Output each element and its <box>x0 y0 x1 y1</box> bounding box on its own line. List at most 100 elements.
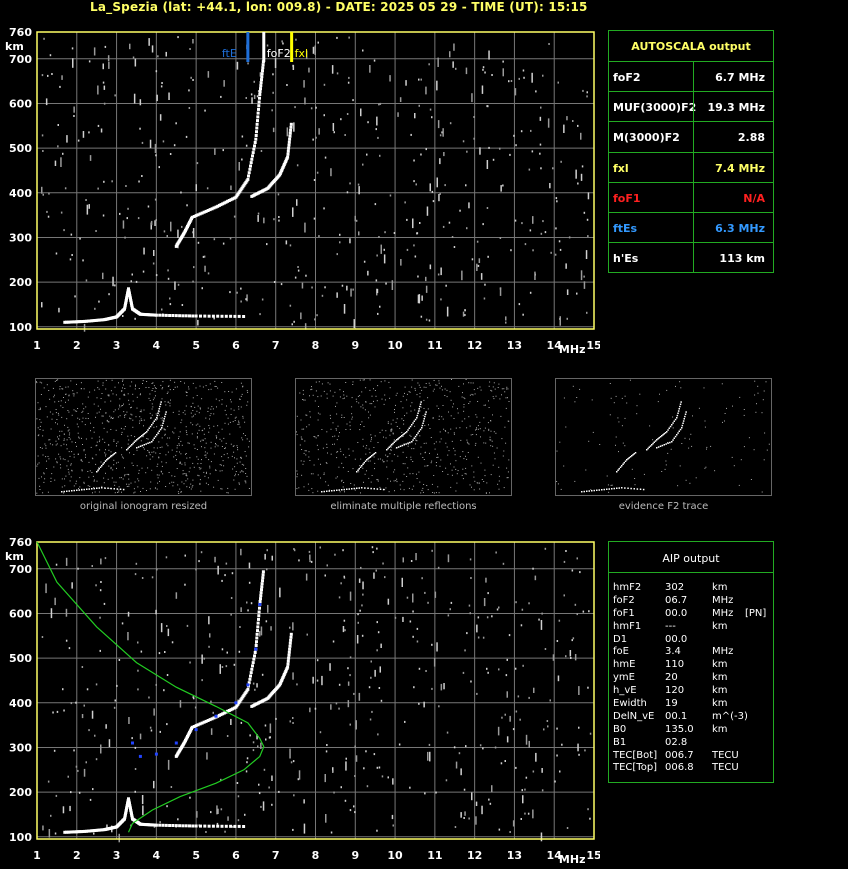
thumb-noise <box>208 389 210 391</box>
thumb-noise <box>431 483 433 485</box>
thumb-trace <box>403 433 405 435</box>
noise-dot <box>540 167 542 170</box>
trace-point <box>178 314 182 318</box>
thumb-trace <box>684 415 686 418</box>
thumb-noise <box>403 423 405 425</box>
noise-dot <box>374 669 376 677</box>
noise-dot <box>425 148 427 151</box>
thumb-trace <box>361 487 363 489</box>
y-tick-label: 100 <box>9 321 32 334</box>
noise-dot <box>181 225 183 228</box>
noise-dot <box>376 766 379 769</box>
thumb-noise <box>153 385 155 387</box>
thumb-noise <box>245 473 247 474</box>
thumb-noise <box>196 437 198 439</box>
thumb-noise <box>486 482 488 484</box>
thumb-noise <box>97 387 99 389</box>
noise-dot <box>247 62 249 65</box>
thumb-noise <box>93 431 95 433</box>
noise-dot <box>41 186 43 194</box>
thumb-noise <box>394 411 395 413</box>
noise-dot <box>425 318 428 321</box>
thumb-noise <box>117 441 119 443</box>
thumb-noise <box>208 459 210 461</box>
trace-point <box>256 111 260 115</box>
thumb-noise <box>87 413 89 414</box>
noise-dot <box>418 78 420 81</box>
noise-dot <box>406 596 409 599</box>
noise-dot <box>510 249 512 252</box>
noise-dot <box>554 253 557 256</box>
thumb-noise <box>213 413 215 415</box>
thumb-noise <box>106 431 108 433</box>
thumb-noise <box>60 400 62 402</box>
thumb-noise <box>171 481 173 483</box>
thumb-noise <box>488 428 490 430</box>
noise-dot <box>315 106 317 109</box>
thumb-noise <box>446 446 448 448</box>
thumb-noise <box>704 467 706 469</box>
noise-dot <box>577 743 579 752</box>
thumb-noise <box>467 442 469 444</box>
thumb-noise <box>146 490 147 491</box>
thumb-noise <box>484 427 486 429</box>
noise-dot <box>353 805 355 808</box>
thumb-noise <box>200 467 202 469</box>
thumb-noise <box>345 456 347 458</box>
thumb-noise <box>47 456 49 457</box>
noise-dot <box>549 183 551 189</box>
thumb-noise <box>205 385 207 387</box>
thumb-noise <box>557 483 559 485</box>
thumb-trace <box>382 488 385 491</box>
thumb-noise <box>457 412 459 414</box>
noise-dot <box>210 728 213 735</box>
noise-dot <box>559 316 561 326</box>
thumb-noise <box>173 456 175 458</box>
thumb-noise <box>400 488 402 490</box>
noise-dot <box>348 76 350 79</box>
thumb-noise <box>241 437 243 439</box>
noise-dot <box>269 723 272 733</box>
thumb-noise <box>432 390 434 392</box>
thumb-noise <box>243 464 245 466</box>
thumb-noise <box>386 466 388 468</box>
noise-dot <box>357 621 359 624</box>
noise-dot <box>246 757 249 760</box>
thumb-noise <box>365 387 367 389</box>
noise-dot <box>349 238 351 244</box>
thumb-noise <box>334 391 336 393</box>
thumb-noise <box>179 461 181 463</box>
thumb-noise <box>454 450 456 452</box>
thumb-noise <box>374 468 375 470</box>
thumb-trace <box>616 487 618 489</box>
thumb-noise <box>494 388 496 390</box>
trace-point <box>289 128 293 132</box>
thumb-trace <box>359 466 362 468</box>
noise-dot <box>362 163 364 166</box>
thumb-noise <box>114 386 116 388</box>
thumb-noise <box>335 405 336 407</box>
thumb-noise <box>217 425 219 427</box>
noise-dot <box>346 285 348 291</box>
noise-dot <box>70 702 73 705</box>
noise-dot <box>554 780 556 783</box>
x-tick-label: 6 <box>232 339 240 352</box>
noise-dot <box>41 74 44 77</box>
noise-dot <box>358 231 360 236</box>
thumb-noise <box>367 460 369 462</box>
noise-dot <box>137 688 139 691</box>
thumb-noise <box>221 399 223 401</box>
aip-cell: Ewidth <box>613 698 647 710</box>
thumb-noise <box>196 449 198 450</box>
thumb-noise <box>393 439 395 441</box>
thumb-noise <box>133 488 135 490</box>
trace-point <box>257 617 260 621</box>
thumb-noise <box>362 404 364 406</box>
thumb-noise <box>317 449 319 451</box>
noise-dot <box>134 746 137 749</box>
thumb-noise <box>210 408 212 410</box>
thumb-noise <box>131 462 133 464</box>
thumb-noise <box>196 395 198 396</box>
thumb-noise <box>164 433 166 435</box>
noise-dot <box>100 581 102 583</box>
